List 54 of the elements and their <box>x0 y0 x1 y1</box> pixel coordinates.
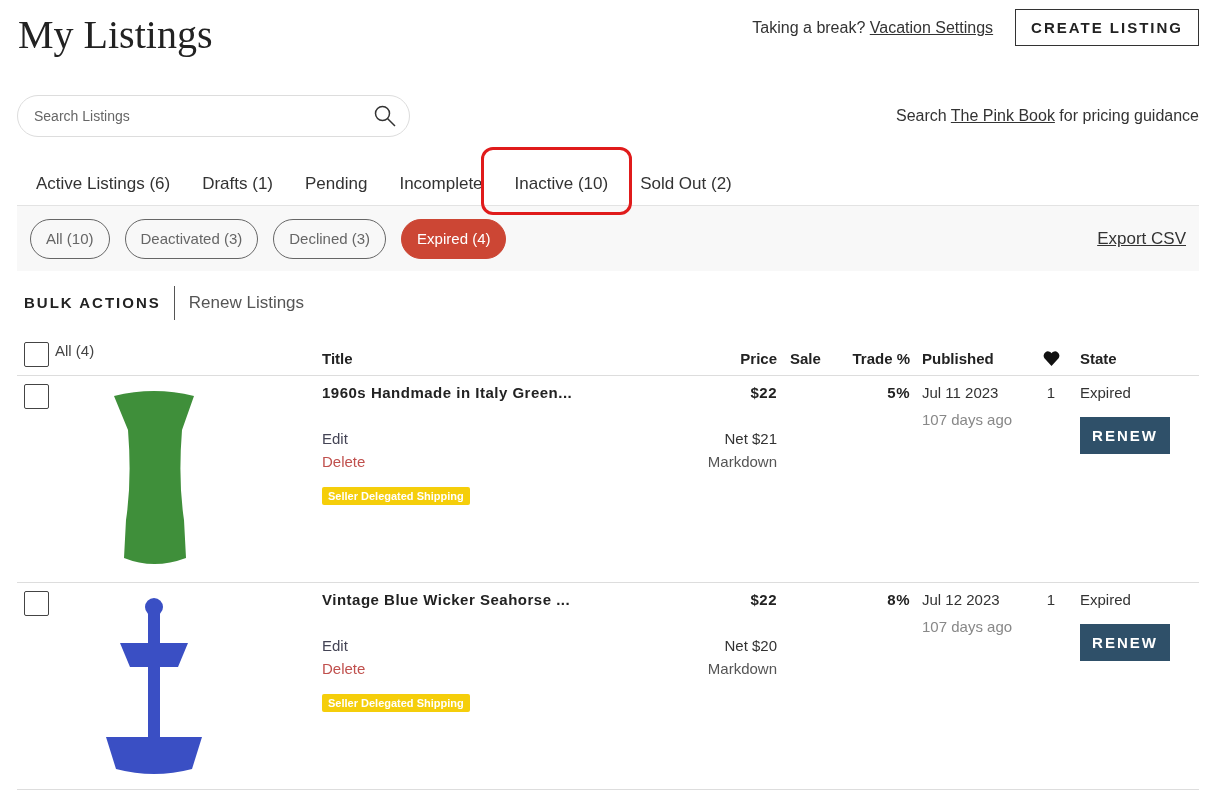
like-count: 1 <box>1046 591 1056 608</box>
like-count: 1 <box>1046 384 1056 401</box>
shipping-badge: Seller Delegated Shipping <box>322 487 470 505</box>
edit-link[interactable]: Edit <box>322 427 348 450</box>
trade-percent: 8% <box>887 591 910 608</box>
listing-title[interactable]: Vintage Blue Wicker Seahorse ... <box>322 591 571 608</box>
delete-link[interactable]: Delete <box>322 657 366 680</box>
listing-tab[interactable]: Active Listings (6) <box>36 174 171 194</box>
bulk-actions-label: BULK ACTIONS <box>24 286 175 320</box>
checkbox[interactable] <box>24 342 49 367</box>
net-price: Net $21 <box>724 429 777 449</box>
pricing-hint: Search The Pink Book for pricing guidance <box>896 107 1199 125</box>
guide-link[interactable]: The Pink Book <box>950 107 1055 124</box>
days-ago: 107 days ago <box>922 411 1013 428</box>
listing-tab[interactable]: Incomplete <box>399 174 483 194</box>
search-icon[interactable] <box>374 105 396 127</box>
renew-button[interactable]: RENEW <box>1080 624 1170 661</box>
column-header: Price <box>740 350 777 367</box>
net-price: Net $20 <box>724 636 777 656</box>
listing-tab[interactable]: Drafts (1) <box>202 174 273 194</box>
renew-button[interactable]: RENEW <box>1080 417 1170 454</box>
listing-tab[interactable]: Pending <box>305 174 368 194</box>
column-header: Title <box>322 350 353 367</box>
trade-percent: 5% <box>887 384 910 401</box>
markdown-link[interactable]: Markdown <box>707 450 777 473</box>
checkbox[interactable] <box>24 591 49 616</box>
search-field[interactable]: Search Listings <box>17 95 410 137</box>
edit-link[interactable]: Edit <box>322 634 348 657</box>
vacation-prompt: Taking a break? Vacation Settings <box>752 18 994 37</box>
listing-tab[interactable]: Sold Out (2) <box>640 174 732 194</box>
checkbox[interactable] <box>24 384 49 409</box>
listing-state: Expired <box>1080 591 1131 608</box>
select-all-label: All (4) <box>55 342 95 359</box>
column-header: State <box>1080 350 1117 367</box>
export-csv-link[interactable]: Export CSV <box>1097 228 1186 249</box>
listing-title[interactable]: 1960s Handmade in Italy Green... <box>322 384 573 401</box>
price: $22 <box>750 384 777 401</box>
vacation-settings-link[interactable]: Vacation Settings <box>869 18 994 36</box>
filter-chip[interactable]: Expired (4) <box>401 218 507 259</box>
shipping-badge: Seller Delegated Shipping <box>322 694 470 712</box>
column-header: Published <box>922 350 994 367</box>
create-listing-button[interactable]: CREATE LISTING <box>1015 9 1199 46</box>
column-header: Trade % <box>852 350 910 367</box>
days-ago: 107 days ago <box>922 618 1013 635</box>
delete-link[interactable]: Delete <box>322 450 366 473</box>
heart-icon <box>1042 351 1060 366</box>
price: $22 <box>750 591 777 608</box>
page-title: My Listings <box>18 11 213 58</box>
markdown-link[interactable]: Markdown <box>707 657 777 680</box>
published-date: Jul 11 2023 <box>922 384 999 401</box>
published-date: Jul 12 2023 <box>922 591 1000 608</box>
renew-listings-button[interactable]: Renew Listings <box>174 292 311 314</box>
column-header: Sale <box>790 350 821 367</box>
listing-state: Expired <box>1080 384 1131 401</box>
